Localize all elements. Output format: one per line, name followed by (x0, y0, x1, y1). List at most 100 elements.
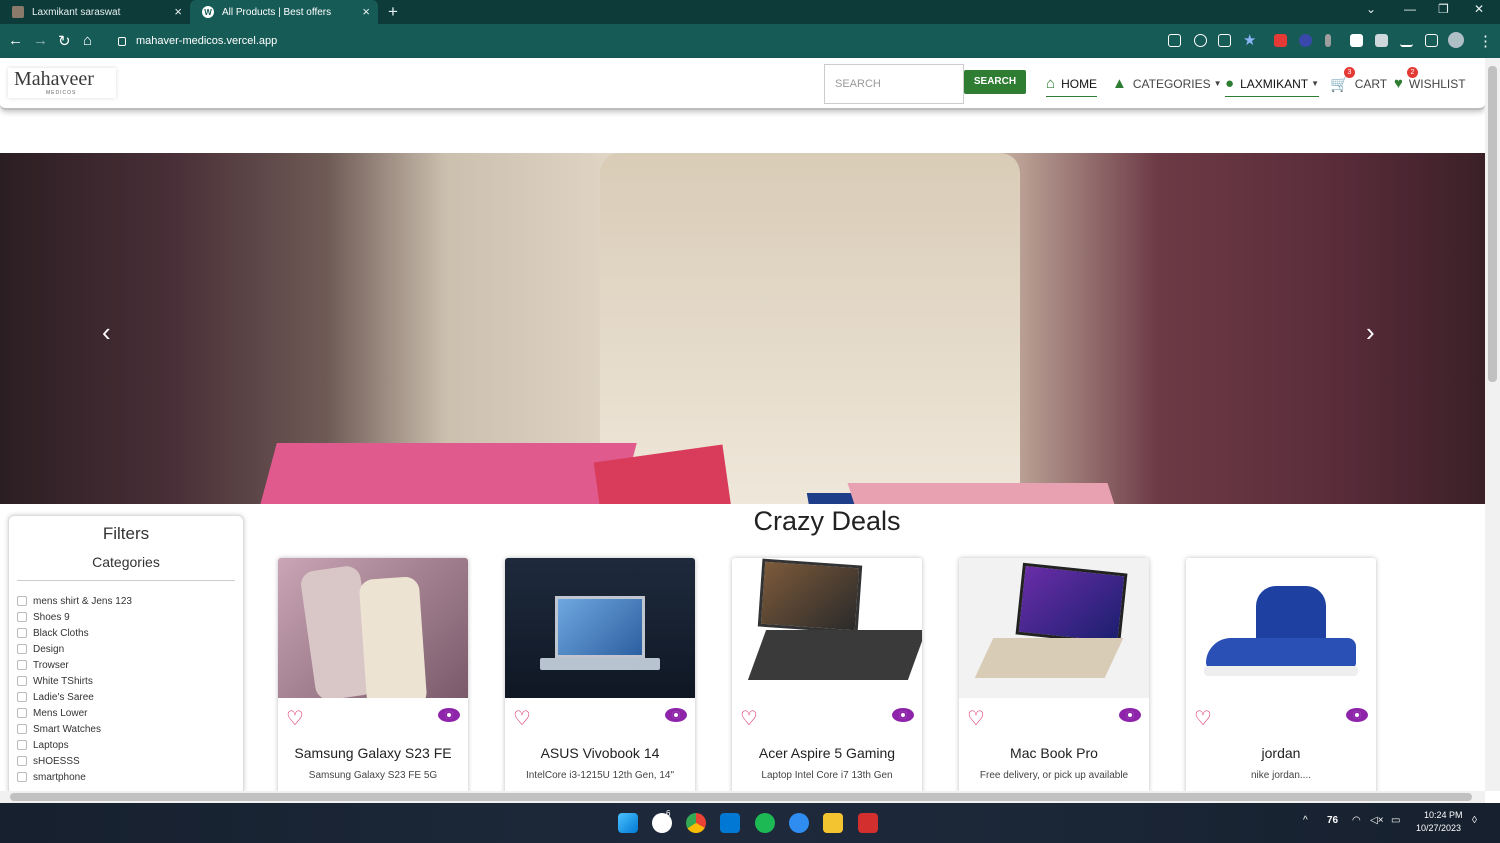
forward-icon[interactable]: → (33, 32, 48, 49)
file-explorer-icon[interactable] (823, 813, 843, 833)
product-card[interactable]: ♡ Mac Book Pro Free delivery, or pick up… (959, 558, 1149, 798)
product-image[interactable] (959, 558, 1149, 698)
close-tab-icon[interactable]: × (362, 4, 370, 19)
start-windows-icon[interactable] (618, 813, 638, 833)
home-icon[interactable]: ⌂ (83, 32, 92, 49)
address-bar[interactable]: mahaver-medicos.vercel.app (106, 28, 1156, 54)
bookmark-star-icon[interactable]: ★ (1243, 31, 1256, 49)
close-window-icon[interactable]: ✕ (1474, 2, 1484, 16)
checkbox[interactable] (17, 676, 27, 686)
chrome-icon[interactable] (686, 813, 706, 833)
product-name: Acer Aspire 5 Gaming (758, 745, 896, 761)
view-eye-icon[interactable] (1346, 708, 1368, 722)
new-tab-button[interactable]: + (388, 2, 398, 22)
product-card[interactable]: ♡ ASUS Vivobook 14 IntelCore i3-1215U 12… (505, 558, 695, 798)
extension-icon[interactable] (1274, 34, 1287, 47)
category-item[interactable]: Trowser (17, 657, 243, 673)
checkbox[interactable] (17, 740, 27, 750)
wishlist-heart-icon[interactable]: ♡ (1194, 706, 1212, 731)
vscode-icon[interactable] (720, 813, 740, 833)
product-card[interactable]: ♡ jordan nike jordan.... (1186, 558, 1376, 798)
extensions-puzzle-icon[interactable] (1375, 34, 1388, 47)
category-item[interactable]: sHOESSS (17, 753, 243, 769)
product-image[interactable] (732, 558, 922, 698)
close-tab-icon[interactable]: × (174, 4, 182, 19)
extension-icon[interactable] (1299, 34, 1312, 47)
checkbox[interactable] (17, 756, 27, 766)
reload-icon[interactable]: ↻ (58, 32, 71, 50)
extension-icon[interactable] (1325, 34, 1331, 47)
product-image[interactable] (278, 558, 468, 698)
category-item[interactable]: Laptops (17, 737, 243, 753)
checkbox[interactable] (17, 692, 27, 702)
category-item[interactable]: smartphone (17, 769, 243, 785)
view-eye-icon[interactable] (438, 708, 460, 722)
install-app-icon[interactable] (1168, 34, 1181, 47)
zoom-icon[interactable] (1194, 34, 1207, 47)
battery-icon[interactable]: ▭ (1391, 815, 1400, 826)
category-item[interactable]: mens shirt & Jens 123 (17, 593, 243, 609)
category-item[interactable]: Shoes 9 (17, 609, 243, 625)
product-image[interactable] (505, 558, 695, 698)
nav-cart[interactable]: 🛒 CART (1330, 75, 1387, 93)
browser-tab[interactable]: Laxmikant saraswat × (0, 0, 190, 24)
wishlist-heart-icon[interactable]: ♡ (740, 706, 758, 731)
checkbox[interactable] (17, 772, 27, 782)
category-item[interactable]: Ladie's Saree (17, 689, 243, 705)
nav-home[interactable]: ⌂ HOME (1046, 75, 1098, 97)
notification-bell-icon[interactable]: ◊ (1472, 815, 1477, 826)
profile-avatar[interactable] (1448, 32, 1464, 48)
chevron-up-icon[interactable]: ^ (1303, 815, 1308, 826)
search-input[interactable]: SEARCH (824, 64, 964, 104)
restore-icon[interactable]: ❐ (1438, 2, 1449, 16)
scrollbar-thumb[interactable] (1488, 66, 1497, 382)
vertical-scrollbar[interactable] (1485, 58, 1500, 791)
minimize-icon[interactable]: — (1404, 2, 1416, 16)
carousel-prev-icon[interactable]: ‹ (102, 317, 111, 348)
checkbox[interactable] (17, 596, 27, 606)
product-card[interactable]: ♡ Samsung Galaxy S23 FE Samsung Galaxy S… (278, 558, 468, 798)
site-logo[interactable]: Mahaveer MEDICOS (8, 68, 116, 98)
scrollbar-thumb[interactable] (10, 793, 1472, 801)
wishlist-heart-icon[interactable]: ♡ (286, 706, 304, 731)
product-image[interactable] (1186, 558, 1376, 698)
checkbox[interactable] (17, 660, 27, 670)
wishlist-heart-icon[interactable]: ♡ (513, 706, 531, 731)
wifi-icon[interactable]: ◠ (1352, 815, 1361, 826)
category-item[interactable]: White TShirts (17, 673, 243, 689)
nav-categories[interactable]: ▲ CATEGORIES ▼ (1112, 75, 1222, 92)
category-item[interactable]: Black Cloths (17, 625, 243, 641)
nav-user[interactable]: ● LAXMIKANT ▼ (1225, 75, 1319, 97)
back-icon[interactable]: ← (8, 32, 23, 49)
wishlist-heart-icon[interactable]: ♡ (967, 706, 985, 731)
tab-search-icon[interactable]: ⌄ (1366, 2, 1376, 16)
horizontal-scrollbar[interactable] (0, 791, 1485, 803)
side-panel-icon[interactable] (1425, 34, 1438, 47)
menu-kebab-icon[interactable]: ⋮ (1478, 32, 1493, 50)
category-item[interactable]: Mens Lower (17, 705, 243, 721)
extension-icon[interactable] (1350, 34, 1363, 47)
checkbox[interactable] (17, 724, 27, 734)
category-item[interactable]: Design (17, 641, 243, 657)
view-eye-icon[interactable] (665, 708, 687, 722)
checkbox[interactable] (17, 708, 27, 718)
carousel-next-icon[interactable]: › (1366, 317, 1375, 348)
checkbox[interactable] (17, 612, 27, 622)
spotify-icon[interactable] (755, 813, 775, 833)
browser-tab-active[interactable]: W All Products | Best offers × (190, 0, 378, 24)
view-eye-icon[interactable] (1119, 708, 1141, 722)
cart-count-badge: 3 (1344, 67, 1355, 78)
checkbox[interactable] (17, 628, 27, 638)
search-button[interactable]: SEARCH (964, 70, 1026, 94)
nav-wishlist[interactable]: ♥ WISHLIST (1394, 75, 1466, 92)
shapes-icon: ▲ (1112, 75, 1127, 92)
share-icon[interactable] (1218, 34, 1231, 47)
category-item[interactable]: Smart Watches (17, 721, 243, 737)
view-eye-icon[interactable] (892, 708, 914, 722)
product-card[interactable]: ♡ Acer Aspire 5 Gaming Laptop Intel Core… (732, 558, 922, 798)
app-store-icon[interactable] (789, 813, 809, 833)
speaker-icon[interactable]: ◁× (1370, 815, 1384, 826)
download-icon[interactable] (1400, 34, 1413, 47)
checkbox[interactable] (17, 644, 27, 654)
acrobat-icon[interactable] (858, 813, 878, 833)
